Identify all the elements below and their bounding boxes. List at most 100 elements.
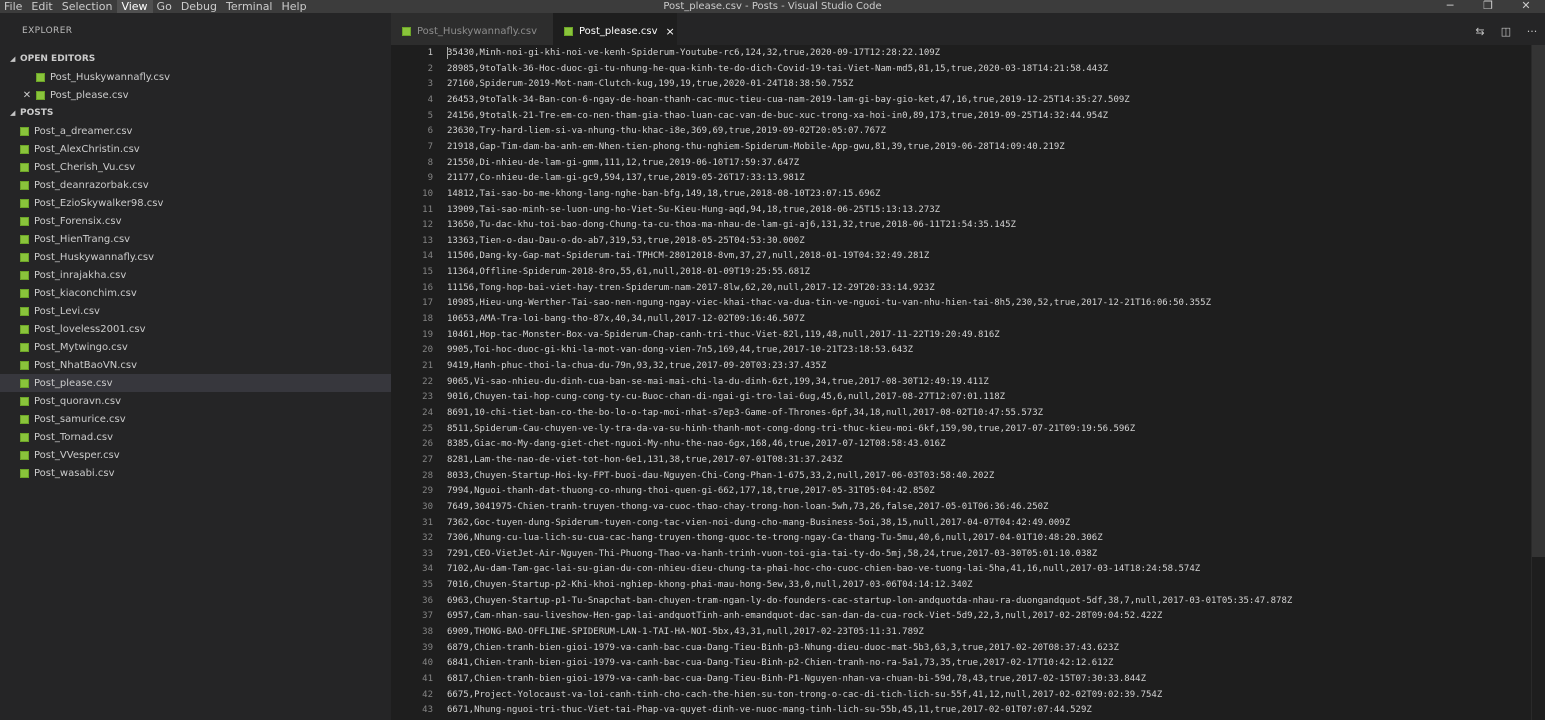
- close-window-button[interactable]: ✕: [1507, 0, 1545, 13]
- file-item[interactable]: Post_Cherish_Vu.csv: [0, 158, 391, 176]
- code-line: 1 35430,Minh-noi-gi-khi-noi-ve-kenh-Spide…: [391, 45, 1531, 61]
- csv-file-icon: [36, 72, 45, 82]
- menu-item-selection[interactable]: Selection: [58, 0, 118, 13]
- menu-item-help[interactable]: Help: [278, 0, 312, 13]
- open-editor-label: Post_please.csv: [50, 89, 129, 101]
- tab-close-icon[interactable]: ×: [666, 25, 675, 38]
- code-line: 5 24156,9totalk-21-Tre-em-co-nen-tham-gia…: [391, 108, 1531, 124]
- close-icon[interactable]: ✕: [22, 90, 32, 101]
- menu-item-file[interactable]: File: [0, 0, 27, 13]
- file-item[interactable]: Post_Tornad.csv: [0, 428, 391, 446]
- code-line: 20 9905,Toi-hoc-duoc-gi-khi-la-mot-van-do…: [391, 342, 1531, 358]
- code-text: 10461,Hop-tac-Monster-Box-va-Spiderum-Ch…: [447, 329, 1000, 340]
- file-item[interactable]: Post_inrajakha.csv: [0, 266, 391, 284]
- file-item[interactable]: Post_please.csv: [0, 374, 391, 392]
- file-label: Post_please.csv: [34, 377, 113, 389]
- file-item[interactable]: Post_Levi.csv: [0, 302, 391, 320]
- code-line: 7 21918,Gap-Tim-dam-ba-anh-em-Nhen-tien-p…: [391, 139, 1531, 155]
- line-number: 12: [422, 220, 433, 231]
- line-number: 42: [422, 689, 433, 700]
- code-text: 6817,Chien-tranh-bien-gioi-1979-va-canh-…: [447, 674, 1146, 684]
- minimize-button[interactable]: ─: [1431, 0, 1469, 13]
- line-number: 38: [422, 627, 433, 638]
- code-text: 14812,Tai-sao-bo-me-khong-lang-nghe-ban-…: [447, 188, 881, 199]
- menu-item-edit[interactable]: Edit: [27, 0, 57, 13]
- more-actions-icon[interactable]: ···: [1519, 25, 1545, 38]
- open-editors-header[interactable]: ◢ OPEN EDITORS: [0, 50, 391, 68]
- code-line: 13 13363,Tien-o-dau-Dau-o-do-ab7,319,53,t…: [391, 233, 1531, 249]
- file-label: Post_deanrazorbak.csv: [34, 179, 149, 191]
- csv-file-icon: [20, 324, 29, 334]
- csv-file-icon: [20, 414, 29, 424]
- csv-file-icon: [20, 252, 29, 262]
- csv-file-icon: [20, 306, 29, 316]
- csv-file-icon: [20, 450, 29, 460]
- scrollbar-thumb[interactable]: [1532, 45, 1545, 557]
- menu-item-debug[interactable]: Debug: [177, 0, 222, 13]
- code-text: 7102,Au-dam-Tam-gac-lai-su-gian-du-con-n…: [447, 564, 1201, 575]
- line-number: 36: [422, 595, 433, 606]
- explorer-title: EXPLORER: [22, 26, 73, 36]
- compare-changes-icon[interactable]: ⇆: [1467, 25, 1493, 38]
- csv-file-icon: [20, 234, 29, 244]
- code-text: 9065,Vi-sao-nhieu-du-dinh-cua-ban-se-mai…: [447, 376, 989, 387]
- code-line: 35 7016,Chuyen-Startup-p2-Khi-khoi-nghiep…: [391, 577, 1531, 593]
- line-number: 35: [422, 580, 433, 591]
- chevron-down-icon: ◢: [10, 55, 16, 63]
- file-label: Post_wasabi.csv: [34, 467, 115, 479]
- file-item[interactable]: Post_loveless2001.csv: [0, 320, 391, 338]
- code-text: 8691,10-chi-tiet-ban-co-the-bo-lo-o-tap-…: [447, 407, 1044, 418]
- code-text: 10653,AMA-Tra-loi-bang-tho-87x,40,34,nul…: [447, 314, 805, 325]
- open-editors-label: OPEN EDITORS: [20, 54, 96, 64]
- title-bar: File Edit Selection View Go Debug Terminal Help…: [0, 0, 1545, 13]
- file-label: Post_EzioSkywalker98.csv: [34, 197, 164, 209]
- csv-file-icon: [20, 144, 29, 154]
- file-item[interactable]: Post_Mytwingo.csv: [0, 338, 391, 356]
- file-item[interactable]: Post_VVesper.csv: [0, 446, 391, 464]
- menu-item-view[interactable]: View: [117, 0, 153, 13]
- code-text: 11364,Offline-Spiderum-2018-8ro,55,61,nu…: [447, 267, 811, 278]
- file-label: Post_quoravn.csv: [34, 395, 122, 407]
- code-line: 2 28985,9toTalk-36-Hoc-duoc-gi-tu-nhung-h…: [391, 61, 1531, 77]
- code-editor[interactable]: 1 35430,Minh-noi-gi-khi-noi-ve-kenh-Spide…: [391, 45, 1545, 720]
- code-line: 40 6841,Chien-tranh-bien-gioi-1979-va-can…: [391, 655, 1531, 671]
- split-editor-icon[interactable]: ◫: [1493, 25, 1519, 38]
- code-text: 7291,CEO-VietJet-Air-Nguyen-Thi-Phuong-T…: [447, 548, 1098, 559]
- file-label: Post_NhatBaoVN.csv: [34, 359, 138, 371]
- menu-item-go[interactable]: Go: [153, 0, 177, 13]
- code-text: 9905,Toi-hoc-duoc-gi-khi-la-mot-van-dong…: [447, 345, 913, 356]
- file-item[interactable]: Post_deanrazorbak.csv: [0, 176, 391, 194]
- file-item[interactable]: Post_NhatBaoVN.csv: [0, 356, 391, 374]
- csv-file-icon: [20, 126, 29, 136]
- line-number: 5: [427, 110, 433, 121]
- line-number: 37: [422, 611, 433, 622]
- code-text: 21918,Gap-Tim-dam-ba-anh-em-Nhen-tien-ph…: [447, 141, 1065, 152]
- file-item[interactable]: Post_samurice.csv: [0, 410, 391, 428]
- file-item[interactable]: Post_quoravn.csv: [0, 392, 391, 410]
- open-editor-item[interactable]: Post_Huskywannafly.csv: [0, 68, 391, 86]
- code-line: 18 10653,AMA-Tra-loi-bang-tho-87x,40,34,n…: [391, 311, 1531, 327]
- code-text: 7362,Goc-tuyen-dung-Spiderum-tuyen-cong-…: [447, 517, 1071, 528]
- file-item[interactable]: Post_a_dreamer.csv: [0, 122, 391, 140]
- file-item[interactable]: Post_wasabi.csv: [0, 464, 391, 482]
- file-item[interactable]: Post_AlexChristin.csv: [0, 140, 391, 158]
- csv-file-icon: [20, 216, 29, 226]
- file-item[interactable]: Post_HienTrang.csv: [0, 230, 391, 248]
- file-item[interactable]: Post_Huskywannafly.csv: [0, 248, 391, 266]
- code-line: 28 8033,Chuyen-Startup-Hoi-ky-FPT-buoi-da…: [391, 468, 1531, 484]
- folder-header[interactable]: ◢ POSTS: [0, 104, 391, 122]
- open-editor-item[interactable]: ✕ Post_please.csv: [0, 86, 391, 104]
- menu-item-terminal[interactable]: Terminal: [222, 0, 278, 13]
- line-number: 26: [422, 439, 433, 450]
- folder-file-list: Post_a_dreamer.csv Post_AlexChristin.csv P…: [0, 122, 391, 482]
- file-item[interactable]: Post_EzioSkywalker98.csv: [0, 194, 391, 212]
- file-item[interactable]: Post_Forensix.csv: [0, 212, 391, 230]
- code-line: 4 26453,9toTalk-34-Ban-con-6-ngay-de-hoan…: [391, 92, 1531, 108]
- line-number: 33: [422, 548, 433, 559]
- csv-file-icon: [20, 288, 29, 298]
- line-number: 22: [422, 376, 433, 387]
- line-number: 34: [422, 564, 433, 575]
- code-text: 35430,Minh-noi-gi-khi-noi-ve-kenh-Spider…: [447, 48, 941, 58]
- file-item[interactable]: Post_kiaconchim.csv: [0, 284, 391, 302]
- restore-button[interactable]: ❐: [1469, 0, 1507, 13]
